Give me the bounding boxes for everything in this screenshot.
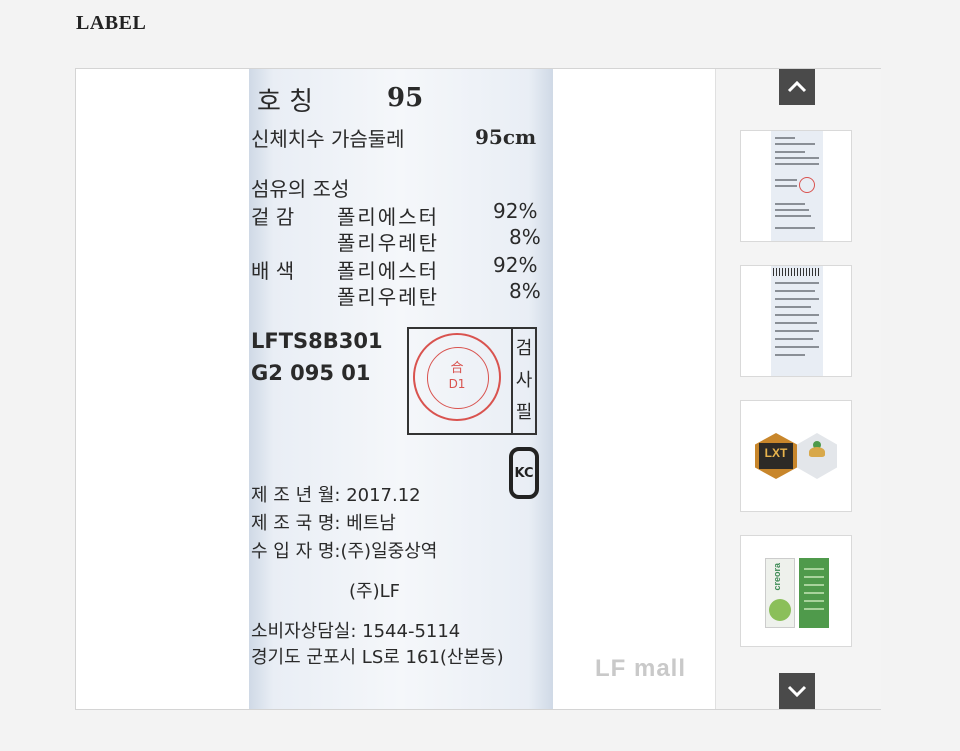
thumbnail-scroll-down-button[interactable] <box>779 673 815 709</box>
inspection-stamp: 合 D1 <box>413 333 501 421</box>
label-hoching: 호 칭 <box>257 87 314 117</box>
label-mfg-date: 제 조 년 월: 2017.12 <box>251 485 421 506</box>
inspection-box: 合 D1 검사필 <box>407 327 537 435</box>
label-material: 폴리에스터 <box>337 259 439 283</box>
mini-logo: LXT <box>759 443 793 469</box>
label-size: 95 <box>387 83 424 113</box>
label-material: 폴리에스터 <box>337 205 439 229</box>
label-address: 경기도 군포시 LS로 161(산본동) <box>251 647 504 668</box>
label-phone: 소비자상담실: 1544-5114 <box>251 621 461 642</box>
inspection-passed: 검사필 <box>515 338 533 423</box>
thumbnail-item[interactable] <box>740 265 852 377</box>
label-brand: (주)LF <box>349 581 400 602</box>
label-importer: 수 입 자 명:(주)일중상역 <box>251 541 438 562</box>
thumbnail-item[interactable] <box>740 130 852 242</box>
label-country: 제 조 국 명: 베트남 <box>251 513 396 534</box>
label-percent: 8% <box>509 225 541 249</box>
kc-mark-icon: KC <box>509 447 539 499</box>
main-product-image: 호 칭 95 신체치수 가슴둘레 95cm 섬유의 조성 겉 감 폴리에스터 9… <box>76 69 715 709</box>
label-percent: 92% <box>493 199 538 223</box>
label-chest: 신체치수 가슴둘레 <box>251 127 405 151</box>
thumbnail-panel: LXT creora <box>715 69 881 709</box>
thumbnail-item[interactable]: creora <box>740 535 852 647</box>
label-lot-code: G2 095 01 <box>251 361 371 385</box>
chevron-up-icon <box>787 81 807 93</box>
label-material: 폴리우레탄 <box>337 285 439 309</box>
label-group-trim: 배 색 <box>251 259 295 283</box>
mini-brand: creora <box>772 563 782 591</box>
chevron-down-icon <box>787 685 807 697</box>
thumbnail-item[interactable]: LXT <box>740 400 852 512</box>
label-percent: 92% <box>493 253 538 277</box>
label-chest-value: 95cm <box>475 125 537 149</box>
thumbnail-scroll-up-button[interactable] <box>779 69 815 105</box>
label-product-code: LFTS8B301 <box>251 329 383 353</box>
label-fiber-title: 섬유의 조성 <box>251 177 350 201</box>
section-title: LABEL <box>76 12 147 34</box>
stamp-mark: 合 <box>450 361 464 376</box>
watermark-logo: LF mall <box>595 655 687 682</box>
label-percent: 8% <box>509 279 541 303</box>
label-material: 폴리우레탄 <box>337 231 439 255</box>
image-viewer: 호 칭 95 신체치수 가슴둘레 95cm 섬유의 조성 겉 감 폴리에스터 9… <box>75 68 881 710</box>
stamp-code: D1 <box>448 377 466 391</box>
care-label: 호 칭 95 신체치수 가슴둘레 95cm 섬유의 조성 겉 감 폴리에스터 9… <box>249 69 553 709</box>
label-group-outer: 겉 감 <box>251 205 295 229</box>
